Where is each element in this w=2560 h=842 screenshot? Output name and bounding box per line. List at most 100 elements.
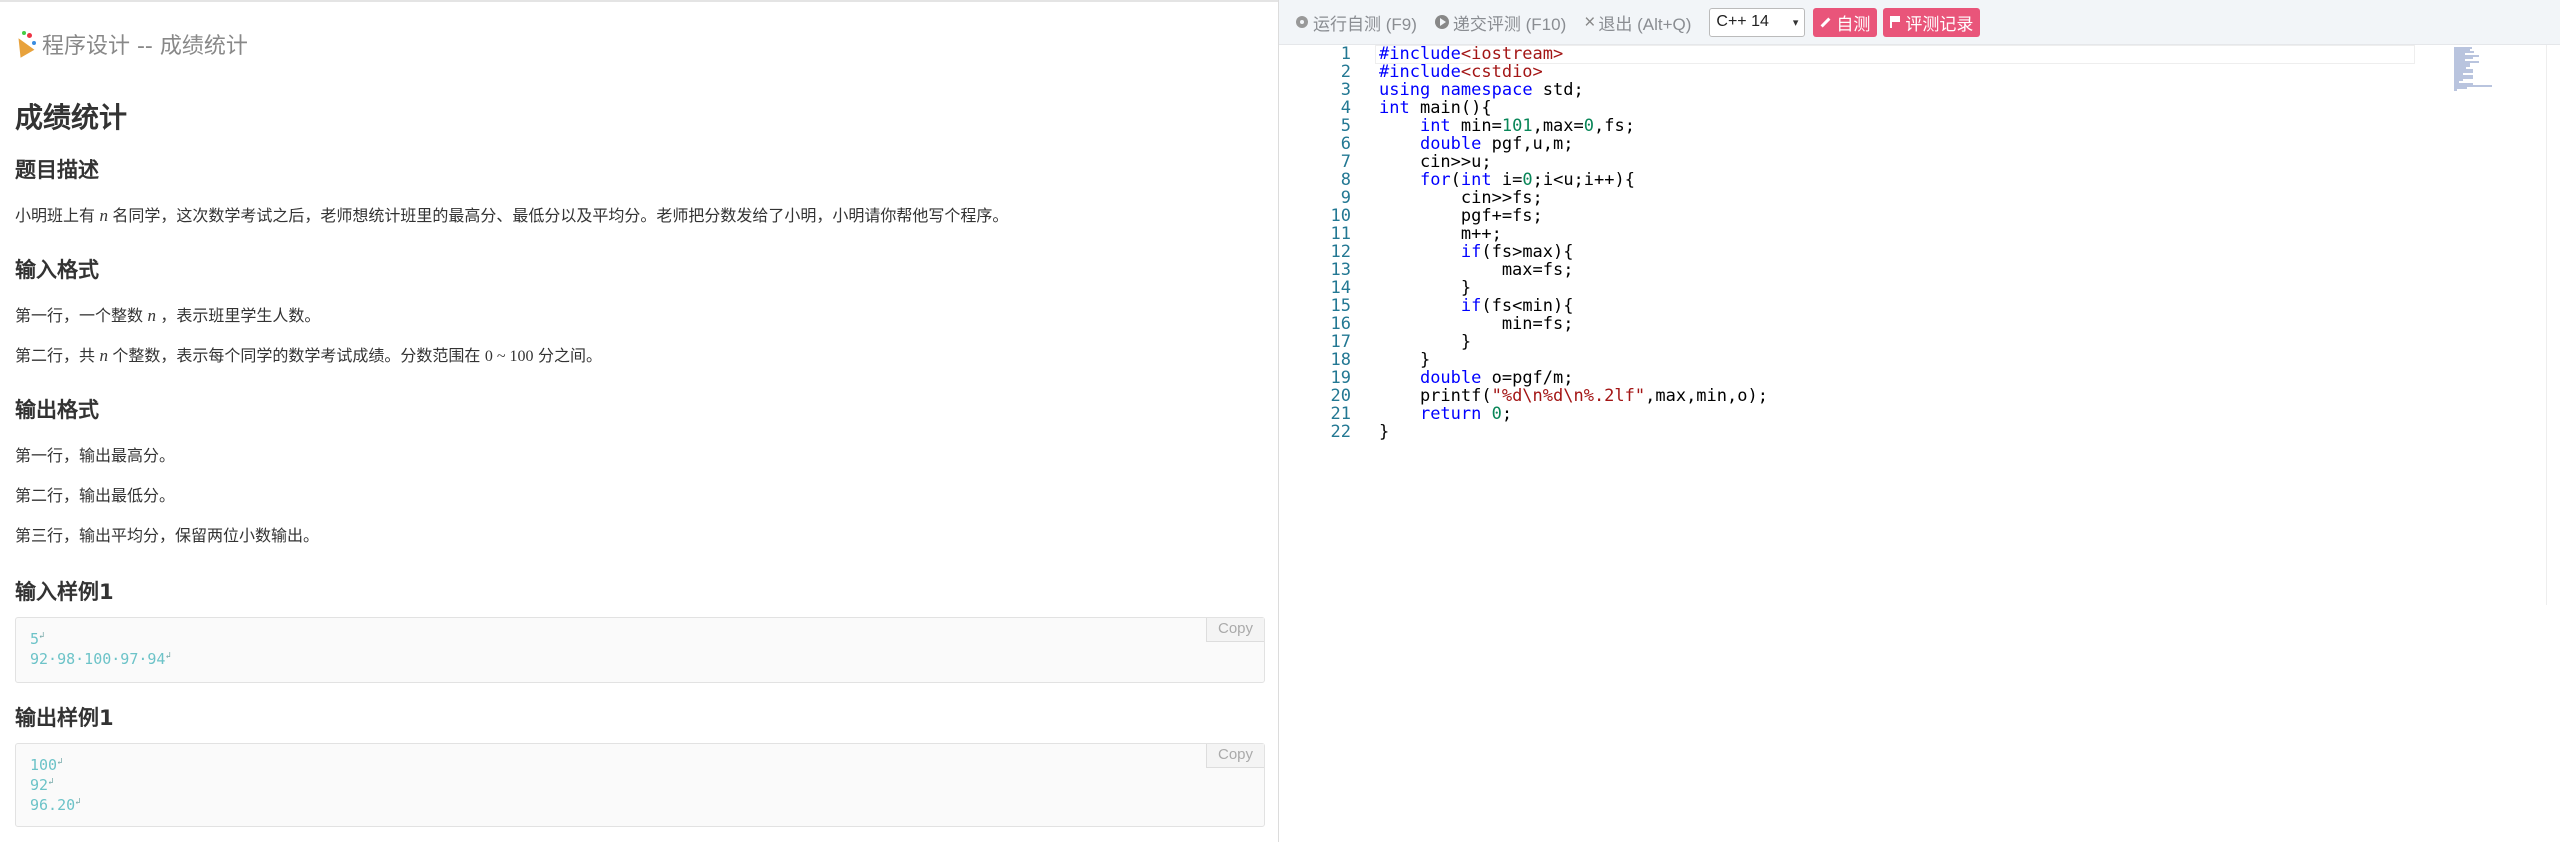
sample-line: 92·98·100·97·94↲ [30, 648, 1250, 668]
input-format-line-2: 第二行，共 n 个整数，表示每个同学的数学考试成绩。分数范围在 0 ~ 100 … [15, 342, 602, 366]
code-line[interactable]: return 0; [1379, 405, 1768, 423]
line-number: 6 [1340, 134, 1351, 154]
line-number: 3 [1340, 80, 1351, 100]
code-line[interactable]: using namespace std; [1379, 81, 1768, 99]
math-var: n [99, 206, 108, 225]
line-number: 7 [1340, 152, 1351, 172]
minimap-line [2454, 89, 2457, 91]
line-number: 1 [1340, 44, 1351, 64]
code-line[interactable]: min=fs; [1379, 315, 1768, 333]
text-part: 第二行，共 [15, 348, 96, 365]
problem-pane: 程序设计 -- 成绩统计 成绩统计 题目描述 小明班上有 n 名同学，这次数学考… [0, 0, 1278, 842]
input-format-line-1: 第一行，一个整数 n ，表示班里学生人数。 [15, 302, 320, 326]
line-number: 21 [1330, 404, 1351, 424]
records-button[interactable]: 评测记录 [1883, 7, 1981, 37]
code-line[interactable]: int min=101,max=0,fs; [1379, 117, 1768, 135]
code-line[interactable]: cin>>fs; [1379, 189, 1768, 207]
selftest-button[interactable]: 自测 [1813, 7, 1878, 37]
math-var: n [99, 346, 108, 365]
play-circle-icon [1434, 15, 1449, 29]
line-number: 9 [1340, 188, 1351, 208]
newline-icon: ↲ [75, 797, 81, 807]
exit-button[interactable]: × 退出 (Alt+Q) [1584, 10, 1691, 35]
text-part: ，表示班里学生人数。 [160, 308, 321, 325]
copy-button[interactable]: Copy [1206, 618, 1264, 642]
text-part: 分之间。 [538, 348, 603, 365]
run-selftest-button[interactable]: 运行自测 (F9) [1296, 10, 1417, 35]
score-range: 0 ~ 100 [484, 348, 534, 365]
editor-toolbar: 运行自测 (F9) 递交评测 (F10) × 退出 (Alt+Q) C++ 14… [1279, 0, 2560, 45]
code-line[interactable]: int main(){ [1379, 99, 1768, 117]
flag-icon [1890, 16, 1901, 28]
chevron-down-icon: ▾ [1792, 16, 1799, 29]
code-line[interactable]: cin>>u; [1379, 153, 1768, 171]
code-area[interactable]: #include<iostream> #include<cstdio> using … [1379, 45, 1768, 441]
selftest-label: 自测 [1836, 14, 1871, 34]
code-line[interactable]: pgf+=fs; [1379, 207, 1768, 225]
code-line[interactable]: } [1379, 279, 1768, 297]
line-number: 11 [1330, 224, 1351, 244]
sample-line: 5↲ [30, 628, 1250, 648]
minimap[interactable] [2454, 47, 2494, 91]
gear-icon [1296, 16, 1308, 28]
code-line[interactable]: if(fs>max){ [1379, 243, 1768, 261]
language-value: C++ 14 [1716, 13, 1769, 30]
close-icon: × [1584, 11, 1596, 33]
code-line[interactable]: for(int i=0;i<u;i++){ [1379, 171, 1768, 189]
line-number: 18 [1330, 350, 1351, 370]
code-line[interactable]: printf("%d\n%d\n%.2lf",max,min,o); [1379, 387, 1768, 405]
code-editor[interactable]: 1 2 3 4 5 6 7 8 9 10 11 12 13 14 15 16 17 18 19 20 21 22 #inc… [1279, 45, 2560, 842]
description-heading: 题目描述 [15, 158, 99, 182]
text-part: 第一行，一个整数 [15, 308, 144, 325]
run-selftest-label: 运行自测 (F9) [1313, 14, 1417, 34]
code-line[interactable]: double pgf,u,m; [1379, 135, 1768, 153]
line-number: 5 [1340, 116, 1351, 136]
math-var: n [147, 306, 156, 325]
text-part: 个整数，表示每个同学的数学考试成绩。分数范围在 [112, 348, 481, 365]
code-line[interactable]: } [1379, 423, 1768, 441]
description-text-part: 小明班上有 [15, 208, 96, 225]
output-format-heading: 输出格式 [15, 398, 99, 422]
line-number: 19 [1330, 368, 1351, 388]
party-popper-icon [11, 31, 38, 58]
submit-button[interactable]: 递交评测 (F10) [1434, 10, 1566, 35]
code-line[interactable]: max=fs; [1379, 261, 1768, 279]
output-format-line-1: 第一行，输出最高分。 [15, 448, 176, 465]
copy-button[interactable]: Copy [1206, 744, 1264, 768]
code-line[interactable]: } [1379, 333, 1768, 351]
sample-value: 96.20 [30, 796, 76, 814]
code-line[interactable]: if(fs<min){ [1379, 297, 1768, 315]
code-line[interactable]: #include<cstdio> [1379, 63, 1768, 81]
line-number: 10 [1330, 206, 1351, 226]
output-format-line-2: 第二行，输出最低分。 [15, 488, 176, 505]
newline-icon: ↲ [39, 631, 45, 641]
sample-input-heading: 输入样例1 [15, 580, 114, 604]
sample-output-heading: 输出样例1 [15, 706, 114, 730]
code-line[interactable]: double o=pgf/m; [1379, 369, 1768, 387]
sample-line: 96.20↲ [30, 794, 1250, 814]
language-select[interactable]: C++ 14 ▾ [1709, 7, 1806, 37]
line-number: 14 [1330, 278, 1351, 298]
input-format-heading: 输入格式 [15, 258, 99, 282]
sample-value: 100 [30, 756, 58, 774]
line-number: 4 [1340, 98, 1351, 118]
description-text: 小明班上有 n 名同学，这次数学考试之后，老师想统计班里的最高分、最低分以及平均… [15, 202, 1008, 226]
line-number-gutter: 1 2 3 4 5 6 7 8 9 10 11 12 13 14 15 16 17 18 19 20 21 22 [1279, 45, 1351, 441]
editor-pane: 运行自测 (F9) 递交评测 (F10) × 退出 (Alt+Q) C++ 14… [1278, 0, 2560, 842]
sample-input-block[interactable]: Copy 5↲ 92·98·100·97·94↲ [15, 617, 1265, 683]
sample-value: 92 [30, 776, 49, 794]
line-number: 22 [1330, 422, 1351, 442]
line-number: 8 [1340, 170, 1351, 190]
sample-output-block[interactable]: Copy 100↲ 92↲ 96.20↲ [15, 743, 1265, 827]
records-label: 评测记录 [1905, 14, 1974, 34]
code-line[interactable]: m++; [1379, 225, 1768, 243]
line-number: 15 [1330, 296, 1351, 316]
problem-title: 成绩统计 [15, 101, 128, 134]
page-header: 程序设计 -- 成绩统计 [11, 28, 248, 60]
code-line[interactable]: } [1379, 351, 1768, 369]
code-line[interactable]: #include<iostream> [1379, 45, 1768, 63]
vertical-scrollbar[interactable] [2546, 45, 2560, 605]
line-number: 16 [1330, 314, 1351, 334]
newline-icon: ↲ [48, 777, 54, 787]
newline-icon: ↲ [57, 757, 63, 767]
